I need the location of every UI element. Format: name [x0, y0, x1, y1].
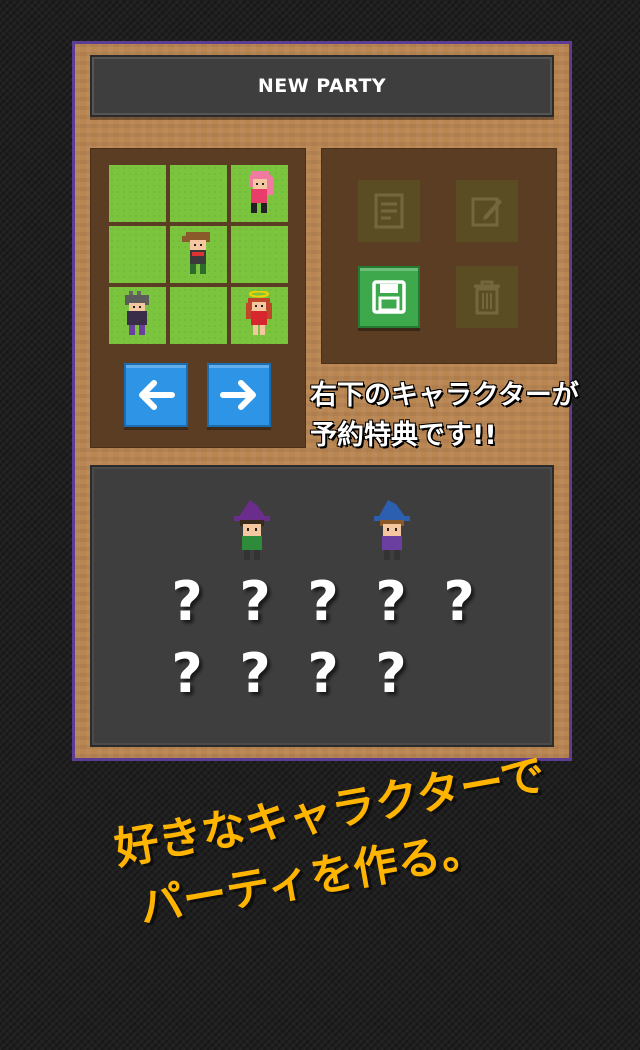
edit-icon	[471, 197, 502, 227]
grid-cell[interactable]	[170, 287, 227, 344]
grid-cell[interactable]	[231, 165, 288, 222]
unknown-character-slot: ?	[375, 570, 407, 633]
edit-button[interactable]	[456, 180, 518, 242]
unknown-character-slot: ?	[171, 642, 203, 705]
grid-cell[interactable]	[109, 226, 166, 283]
grid-cell[interactable]	[170, 226, 227, 283]
delete-button[interactable]	[456, 266, 518, 328]
red-haired-girl-with-halo-sprite[interactable]	[239, 291, 279, 341]
page-title: NEW PARTY	[90, 55, 554, 117]
unknown-character-slot: ?	[307, 642, 339, 705]
unknown-character-slot: ?	[239, 642, 271, 705]
document-button[interactable]	[358, 180, 420, 242]
gray-haired-warrior-sprite[interactable]	[117, 291, 157, 341]
grid-cell[interactable]	[109, 287, 166, 344]
unknown-character-slot: ?	[443, 570, 475, 633]
unknown-character-slot: ?	[171, 570, 203, 633]
formation-grid	[109, 165, 289, 345]
next-button[interactable]	[207, 363, 271, 427]
document-icon	[374, 193, 404, 229]
promo-tagline: 好きなキャラクターで パーティを作る。	[110, 738, 594, 942]
bonus-caption: 右下のキャラクターが 予約特典です!!	[310, 376, 640, 456]
arrow-right-icon	[220, 380, 256, 410]
pink-haired-girl-sprite[interactable]	[239, 169, 279, 219]
grid-cell[interactable]	[170, 165, 227, 222]
prev-button[interactable]	[124, 363, 188, 427]
unknown-character-slot: ?	[307, 570, 339, 633]
trash-icon	[474, 280, 500, 315]
grid-cell[interactable]	[109, 165, 166, 222]
save-button[interactable]	[358, 266, 420, 328]
blue-witch-sprite[interactable]	[370, 500, 414, 562]
unknown-character-slot: ?	[375, 642, 407, 705]
arrow-left-icon	[139, 380, 175, 410]
unknown-character-slot: ?	[239, 570, 271, 633]
save-icon	[372, 280, 406, 314]
brown-haired-hero-sprite[interactable]	[178, 230, 218, 280]
green-witch-sprite[interactable]	[230, 500, 274, 562]
grid-cell[interactable]	[231, 287, 288, 344]
bonus-caption-line: 右下のキャラクターが	[310, 380, 579, 411]
grid-cell[interactable]	[231, 226, 288, 283]
bonus-caption-line: 予約特典です!!	[310, 420, 497, 451]
tool-panel	[321, 148, 557, 364]
